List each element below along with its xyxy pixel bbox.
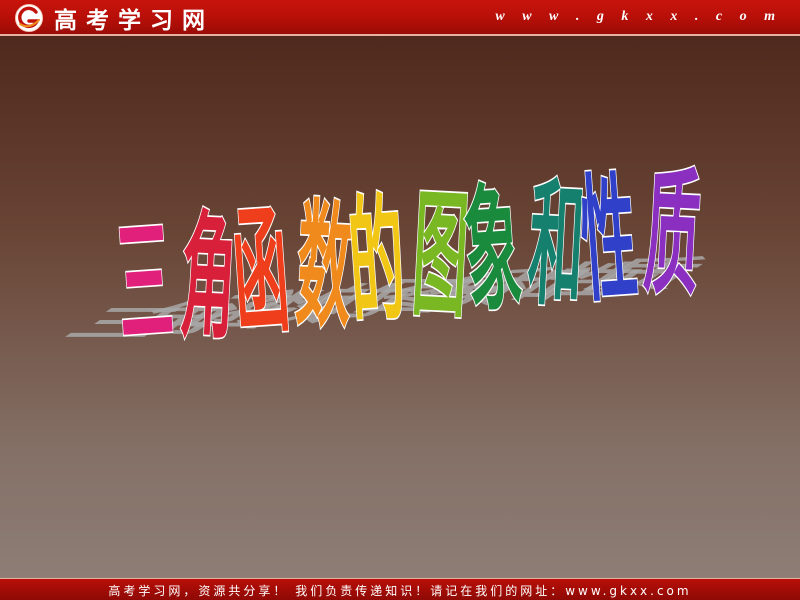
title-characters: 三角函 数的 图象 和性质 — [111, 154, 705, 365]
title-char: 象 — [460, 171, 525, 332]
title-art: 三角函数的图象和性质 三角函 数的 图象 和性质 — [49, 154, 721, 365]
title-char: 性 — [576, 160, 641, 321]
title-char: 函 — [228, 193, 293, 354]
slide: 高考学习网 w w w . g k x x . c o m 三角函数的图象和性质… — [0, 0, 800, 600]
footer-slogan: 高考学习网，资源共分享！ 我们负责传递知识！请记在我们的网址：www.gkxx.… — [108, 584, 692, 598]
title-char: 质 — [641, 155, 704, 315]
title-char: 的 — [344, 182, 409, 343]
title-char: 三 — [112, 204, 177, 365]
footer-bar: 高考学习网，资源共分享！ 我们负责传递知识！请记在我们的网址：www.gkxx.… — [0, 578, 800, 600]
